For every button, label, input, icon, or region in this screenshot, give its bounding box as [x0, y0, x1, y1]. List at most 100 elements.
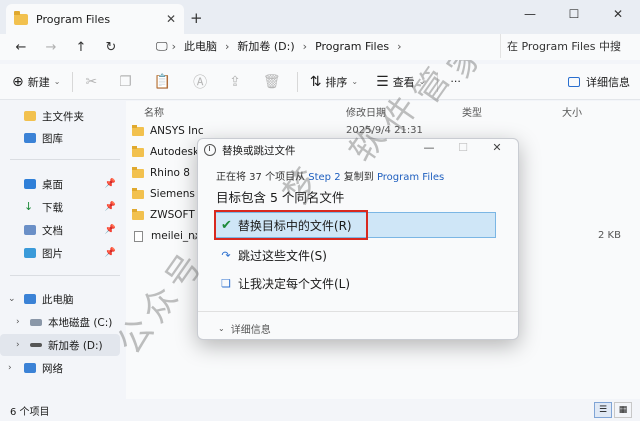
- chevron-right-icon: ›: [171, 39, 176, 53]
- copy-button[interactable]: ❐: [119, 74, 136, 90]
- copy-text-prefix: 正在将 37 个项目从: [216, 172, 309, 183]
- dialog-divider: [198, 311, 518, 312]
- tab-program-files[interactable]: Program Files ✕: [6, 4, 184, 34]
- copy-progress-text: 正在将 37 个项目从 Step 2 复制到 Program Files: [216, 168, 444, 183]
- address-bar[interactable]: 🖵 › 此电脑 › 新加卷 (D:) › Program Files ›: [146, 34, 492, 58]
- breadcrumb-this-pc[interactable]: 此电脑: [184, 38, 217, 54]
- new-tab-button[interactable]: +: [190, 9, 203, 27]
- skip-arrow-icon: ↷: [221, 249, 231, 262]
- breadcrumb-program-files[interactable]: Program Files: [315, 40, 389, 53]
- dialog-minimize-button[interactable]: —: [412, 141, 446, 154]
- decide-each-file-option[interactable]: ❏ 让我决定每个文件(L): [220, 275, 350, 292]
- navigation-bar: ← → ↑ ↻ 🖵 › 此电脑 › 新加卷 (D:) › Program Fil…: [0, 34, 640, 60]
- forward-button[interactable]: →: [36, 40, 66, 55]
- sidebar-item-downloads[interactable]: ↓ 下载 📌: [0, 196, 120, 218]
- column-header-date[interactable]: 修改日期: [346, 101, 386, 121]
- file-row[interactable]: Siemens: [132, 184, 195, 204]
- toolbar-divider: [437, 71, 439, 92]
- copy-icon: ❐: [119, 73, 132, 90]
- skip-files-label: 跳过这些文件(S): [238, 249, 327, 263]
- minimize-button[interactable]: —: [508, 0, 552, 28]
- pin-icon: 📌: [104, 202, 116, 212]
- sort-button[interactable]: ⇅ 排序 ⌄: [310, 74, 358, 90]
- folder-icon: [132, 208, 144, 220]
- details-view-button[interactable]: ☰: [594, 402, 612, 418]
- folder-icon: [132, 187, 144, 199]
- chevron-right-icon[interactable]: ›: [16, 317, 20, 327]
- folder-icon: [132, 145, 144, 157]
- chevron-down-icon[interactable]: ⌄: [8, 294, 16, 304]
- sidebar-item-label: 新加卷 (D:): [48, 339, 103, 352]
- sidebar-item-label: 图片: [42, 247, 63, 260]
- skip-files-option[interactable]: ↷ 跳过这些文件(S): [220, 247, 327, 264]
- destination-folder-link[interactable]: Program Files: [377, 172, 444, 183]
- sidebar-divider: [10, 159, 120, 160]
- view-label: 查看: [392, 75, 415, 89]
- chevron-right-icon[interactable]: ›: [397, 40, 401, 53]
- network-icon: [24, 363, 36, 373]
- toolbar-divider: [296, 71, 298, 92]
- chevron-down-icon: ⌄: [351, 77, 359, 86]
- computer-icon: [24, 294, 36, 304]
- share-button[interactable]: ⇪: [229, 74, 245, 90]
- view-button[interactable]: ☰ 查看 ⌄: [376, 74, 425, 90]
- file-row[interactable]: ANSYS Inc: [132, 121, 204, 141]
- sidebar-item-desktop[interactable]: 桌面 📌: [0, 173, 120, 195]
- column-header-size[interactable]: 大小: [562, 101, 582, 121]
- column-header-type[interactable]: 类型: [462, 101, 482, 121]
- details-pane-button[interactable]: 详细信息: [568, 74, 630, 90]
- sidebar-item-network[interactable]: › 网络: [0, 357, 120, 379]
- up-button[interactable]: ↑: [66, 40, 96, 55]
- tiles-view-button[interactable]: ▦: [614, 402, 632, 418]
- item-count: 6 个项目: [10, 406, 50, 418]
- file-size: 2 KB: [598, 230, 621, 241]
- dialog-close-button[interactable]: ✕: [480, 141, 514, 154]
- clipboard-icon: 📋: [153, 73, 172, 90]
- sort-label: 排序: [325, 75, 348, 89]
- rename-button[interactable]: Ⓐ: [193, 72, 211, 92]
- status-bar: 6 个项目 ☰ ▦: [0, 399, 640, 421]
- refresh-button[interactable]: ↻: [96, 40, 126, 55]
- chevron-right-icon[interactable]: ›: [8, 363, 12, 373]
- maximize-button[interactable]: ☐: [552, 0, 596, 28]
- sidebar-item-gallery[interactable]: 图库: [0, 127, 120, 149]
- pin-icon: 📌: [104, 179, 116, 189]
- search-input[interactable]: 在 Program Files 中搜: [500, 34, 640, 58]
- file-row[interactable]: ZWSOFT: [132, 205, 195, 225]
- file-row[interactable]: Autodesk: [132, 142, 199, 162]
- close-button[interactable]: ✕: [596, 0, 640, 28]
- file-date: 2025/9/4 21:31: [346, 125, 423, 136]
- pictures-icon: [24, 248, 36, 258]
- more-options-button[interactable]: ···: [450, 75, 461, 88]
- new-label: 新建: [27, 75, 50, 89]
- source-folder-link[interactable]: Step 2: [308, 172, 340, 183]
- tab-close-icon[interactable]: ✕: [166, 12, 176, 26]
- file-compare-icon: ❏: [221, 277, 231, 290]
- sidebar-item-this-pc[interactable]: ⌄ 此电脑: [0, 288, 120, 310]
- back-button[interactable]: ←: [6, 40, 36, 55]
- breadcrumb-drive-d[interactable]: 新加卷 (D:): [237, 38, 294, 54]
- pin-icon: 📌: [104, 225, 116, 235]
- paste-button[interactable]: 📋: [154, 74, 175, 90]
- file-row[interactable]: Rhino 8: [132, 163, 190, 183]
- clock-icon: [204, 144, 216, 156]
- desktop-icon: [24, 179, 36, 189]
- chevron-right-icon[interactable]: ›: [16, 340, 20, 350]
- new-button[interactable]: ⊕ 新建 ⌄: [12, 74, 60, 90]
- sidebar-item-label: 图库: [42, 132, 63, 145]
- delete-button[interactable]: 🗑: [263, 74, 285, 90]
- sidebar-item-documents[interactable]: 文档 📌: [0, 219, 120, 241]
- folder-icon: [132, 124, 144, 136]
- sidebar-item-drive-c[interactable]: › 本地磁盘 (C:): [0, 311, 120, 333]
- column-header-name[interactable]: 名称: [144, 101, 164, 121]
- sidebar-item-drive-d[interactable]: › 新加卷 (D:): [0, 334, 120, 356]
- sidebar-item-pictures[interactable]: 图片 📌: [0, 242, 120, 264]
- file-name: Siemens: [150, 188, 195, 200]
- cut-button[interactable]: ✂: [85, 74, 101, 90]
- view-toggle: ☰ ▦: [592, 402, 632, 418]
- tab-title: Program Files: [36, 12, 111, 26]
- more-details-toggle[interactable]: ⌄ 详细信息: [218, 321, 271, 336]
- dialog-maximize-button[interactable]: ☐: [446, 141, 480, 154]
- toolbar-divider: [72, 71, 74, 92]
- sidebar-item-home[interactable]: 主文件夹: [0, 105, 120, 127]
